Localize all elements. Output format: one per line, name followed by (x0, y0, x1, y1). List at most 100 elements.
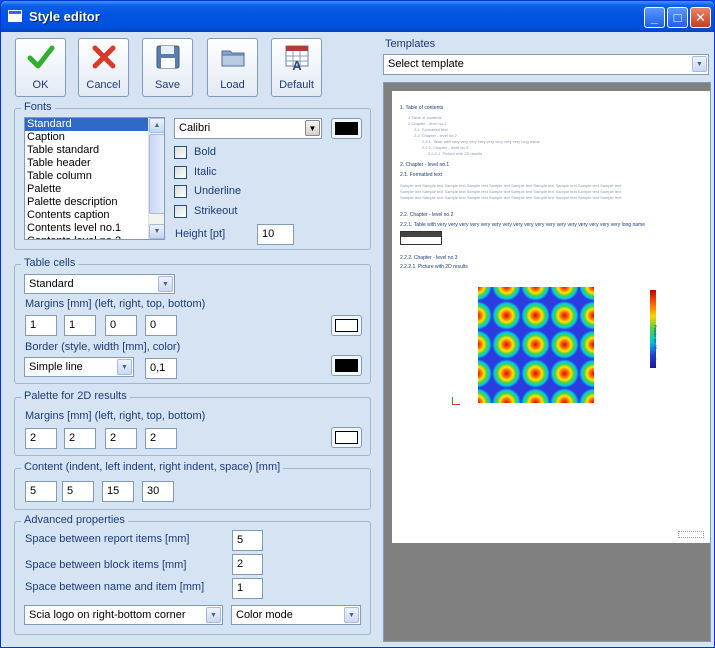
border-color-button[interactable] (331, 355, 362, 376)
font-name-select[interactable]: Calibri ▼ (174, 118, 322, 139)
table-cell-style-select[interactable]: Standard ▼ (24, 274, 175, 294)
border-style-select[interactable]: Simple line ▼ (24, 357, 134, 377)
preview-chapter-1: 2. Chapter - level no.1 (400, 162, 450, 168)
load-button[interactable]: Load (207, 38, 258, 97)
table-margins-label: Margins [mm] (left, right, top, bottom) (25, 298, 206, 310)
palette-color-swatch (335, 431, 358, 444)
advanced-group-label: Advanced properties (21, 514, 128, 526)
logo-option-value: Scia logo on right-bottom corner (29, 609, 186, 621)
palette-margin-left-input[interactable]: 2 (25, 428, 57, 449)
border-width-input[interactable]: 0,1 (145, 358, 177, 379)
table-margin-top-input[interactable]: 0 (105, 315, 137, 336)
font-style-list[interactable]: Standard Caption Table standard Table heade… (24, 117, 165, 240)
checkbox-box[interactable] (174, 205, 187, 218)
font-list-scrollbar[interactable]: ▲ ▼ (148, 118, 164, 239)
preview-chapter-3: 2.2.2. Chapter - level no.3 (400, 255, 458, 261)
minimize-button[interactable]: _ (644, 7, 665, 28)
scroll-thumb[interactable] (149, 134, 164, 214)
content-indent-input[interactable]: 5 (25, 481, 57, 502)
underline-label: Underline (194, 185, 242, 197)
font-style-item[interactable]: Caption (25, 131, 164, 144)
font-style-item[interactable]: Table standard (25, 144, 164, 157)
content-left-indent-input[interactable]: 5 (62, 481, 94, 502)
chevron-down-icon[interactable]: ▼ (344, 607, 359, 623)
color-mode-select[interactable]: Color mode ▼ (231, 605, 361, 625)
preview-table (400, 231, 442, 245)
chevron-down-icon[interactable]: ▼ (158, 276, 173, 292)
checkbox-box[interactable] (174, 146, 187, 159)
preview-chapter-2: 2.2. Chapter - level no.2 (400, 212, 454, 218)
chevron-down-icon[interactable]: ▼ (206, 607, 221, 623)
preview-toc-line: 2.2.2. Chapter - level no.3 (422, 145, 469, 150)
palette-margin-right-input[interactable]: 2 (64, 428, 96, 449)
font-color-button[interactable] (331, 118, 362, 139)
preview-toc-line: 2.Chapter - level no.1 (408, 121, 447, 126)
cancel-button[interactable]: Cancel (78, 38, 129, 97)
font-style-item[interactable]: Table header (25, 157, 164, 170)
default-style-icon: A (285, 45, 309, 71)
checkbox-box[interactable] (174, 185, 187, 198)
font-style-item[interactable]: Contents level no.1 (25, 222, 164, 235)
palette-margin-top-input[interactable]: 2 (105, 428, 137, 449)
checkmark-icon (27, 45, 55, 69)
fonts-group-label: Fonts (21, 101, 55, 113)
scroll-up-icon[interactable]: ▲ (149, 118, 164, 133)
table-cell-style-value: Standard (29, 278, 74, 290)
content-group-label: Content (indent, left indent, right inde… (21, 461, 284, 473)
palette-color-button[interactable] (331, 427, 362, 448)
preview-pane[interactable]: 1. Table of contents 1.Table of contents… (383, 82, 711, 642)
border-color-swatch (335, 359, 358, 372)
chevron-down-icon[interactable]: ▼ (305, 120, 320, 136)
block-items-input[interactable]: 2 (232, 554, 263, 575)
font-style-item[interactable]: Contents caption (25, 209, 164, 222)
table-margin-bottom-input[interactable]: 0 (145, 315, 177, 336)
font-color-swatch (335, 122, 358, 135)
strikeout-label: Strikeout (194, 205, 238, 217)
chevron-down-icon[interactable]: ▼ (692, 56, 707, 72)
preview-toc-line: 2.2.1. Table with very very very very ve… (422, 139, 540, 144)
checkbox-box[interactable] (174, 166, 187, 179)
maximize-button[interactable]: □ (667, 7, 688, 28)
scroll-down-icon[interactable]: ▼ (149, 224, 164, 239)
cancel-label: Cancel (86, 79, 121, 91)
preview-palette-title: Palette for 2D results (653, 325, 658, 363)
default-label: Default (279, 79, 314, 91)
name-item-input[interactable]: 1 (232, 578, 263, 599)
chevron-down-icon[interactable]: ▼ (117, 359, 132, 375)
preview-formatted-heading: 2.1. Formatted text (400, 172, 442, 178)
border-label: Border (style, width [mm], color) (25, 341, 181, 353)
report-items-input[interactable]: 5 (232, 530, 263, 551)
preview-picture-title: 2.2.2.1. Picture with 2D results (400, 264, 468, 270)
table-margin-left-input[interactable]: 1 (25, 315, 57, 336)
title-bar[interactable]: Style editor _ □ ✕ (1, 1, 714, 32)
template-select-value: Select template (388, 58, 464, 70)
palette-2d-group-label: Palette for 2D results (21, 390, 130, 402)
font-style-item[interactable]: Table column (25, 170, 164, 183)
floppy-disk-icon (156, 45, 180, 69)
font-style-item[interactable]: Palette description (25, 196, 164, 209)
axis-icon (452, 397, 460, 405)
content-space-input[interactable]: 30 (142, 481, 174, 502)
template-select[interactable]: Select template ▼ (383, 54, 709, 75)
save-label: Save (154, 79, 181, 91)
save-button[interactable]: Save (142, 38, 193, 97)
preview-table-header (401, 232, 441, 237)
border-style-value: Simple line (29, 361, 83, 373)
font-height-input[interactable]: 10 (257, 224, 294, 245)
load-label: Load (220, 79, 245, 91)
preview-toc-title: 1. Table of contents (400, 105, 444, 111)
preview-toc-line: 1.Table of contents (408, 115, 442, 120)
table-margin-right-input[interactable]: 1 (64, 315, 96, 336)
ok-button[interactable]: OK (15, 38, 66, 97)
preview-toc-line: 2.1. Formatted text (414, 127, 448, 132)
palette-margin-bottom-input[interactable]: 2 (145, 428, 177, 449)
font-style-item[interactable]: Palette (25, 183, 164, 196)
table-cell-color-button[interactable] (331, 315, 362, 336)
content-right-indent-input[interactable]: 15 (102, 481, 134, 502)
preview-2d-result-plot (478, 287, 594, 403)
close-button[interactable]: ✕ (690, 7, 711, 28)
logo-option-select[interactable]: Scia logo on right-bottom corner ▼ (24, 605, 223, 625)
font-style-item[interactable]: Standard (25, 118, 164, 131)
font-style-item[interactable]: Contents level no.2 (25, 235, 164, 239)
default-button[interactable]: A Default (271, 38, 322, 97)
